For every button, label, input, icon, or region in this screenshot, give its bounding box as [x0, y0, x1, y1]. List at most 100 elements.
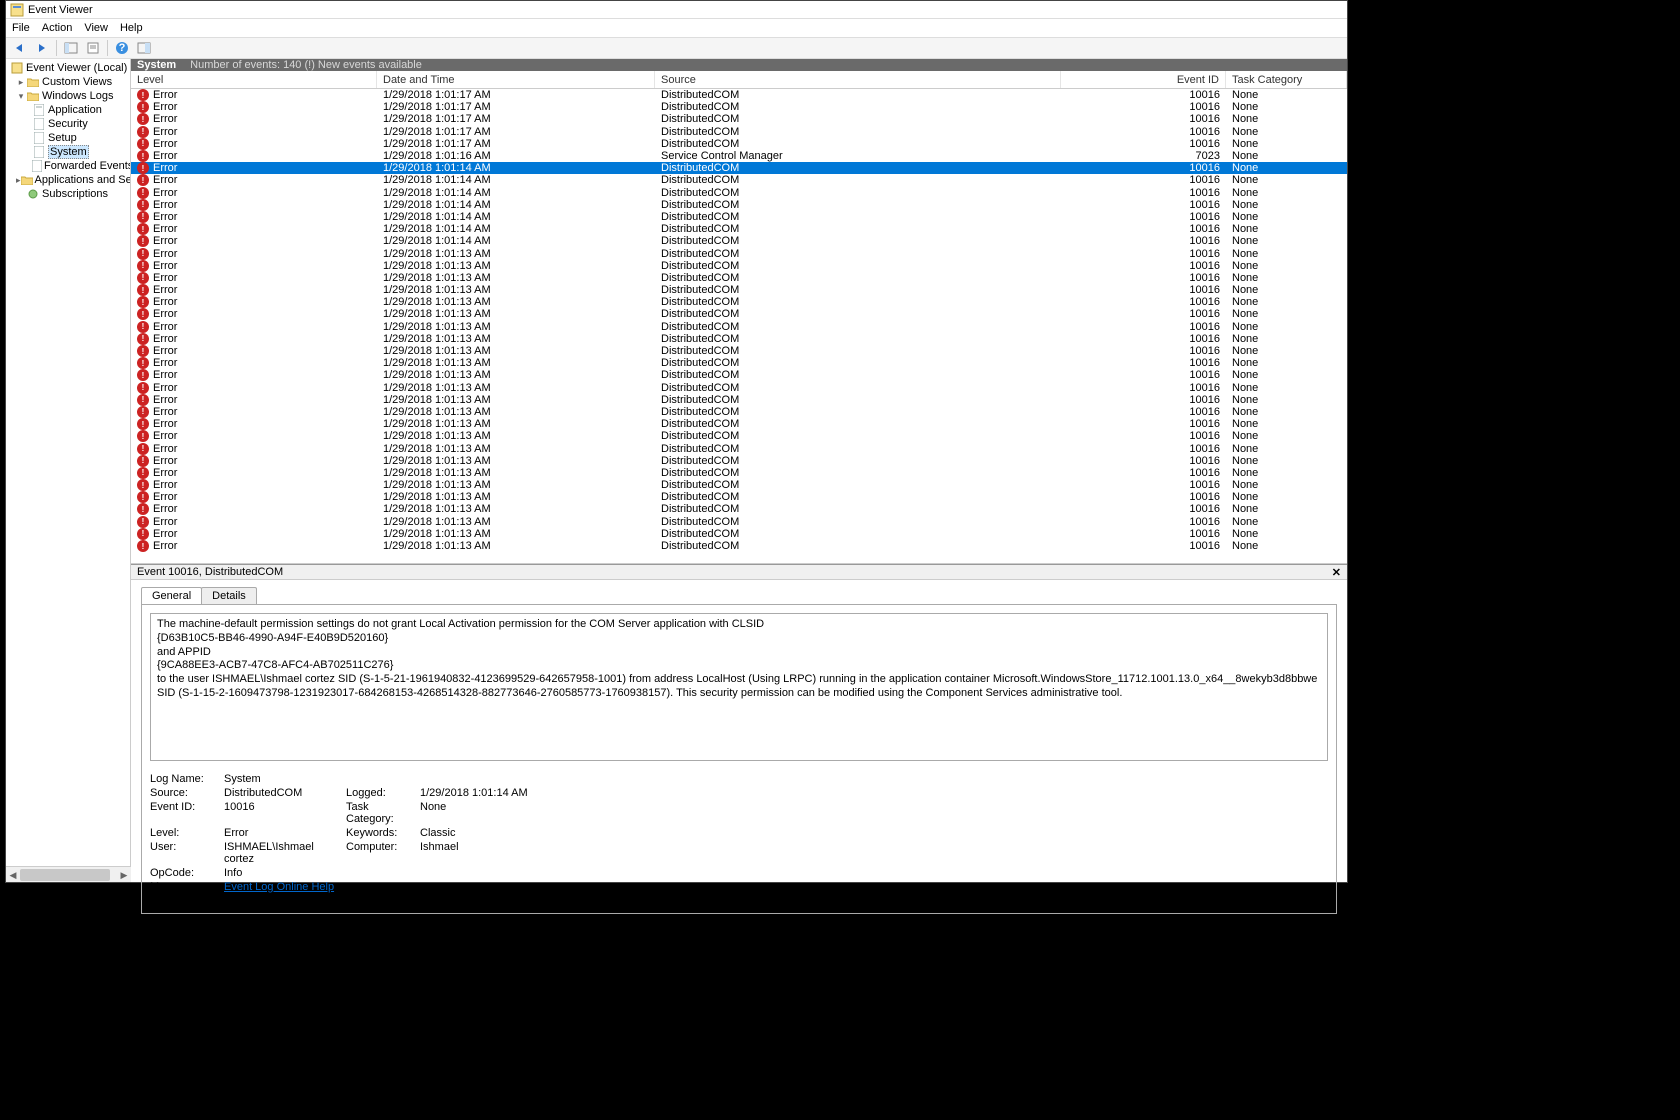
val-logged: 1/29/2018 1:01:14 AM — [420, 787, 620, 799]
event-row[interactable]: !Error1/29/2018 1:01:13 AMDistributedCOM… — [131, 345, 1347, 357]
event-row[interactable]: !Error1/29/2018 1:01:13 AMDistributedCOM… — [131, 296, 1347, 308]
tree-system[interactable]: System — [6, 145, 130, 159]
lbl-computer: Computer: — [346, 841, 418, 865]
error-icon: ! — [137, 126, 149, 138]
menu-help[interactable]: Help — [120, 22, 143, 34]
event-row[interactable]: !Error1/29/2018 1:01:13 AMDistributedCOM… — [131, 272, 1347, 284]
event-row[interactable]: !Error1/29/2018 1:01:17 AMDistributedCOM… — [131, 113, 1347, 125]
forward-button[interactable] — [32, 39, 52, 57]
event-row[interactable]: !Error1/29/2018 1:01:13 AMDistributedCOM… — [131, 491, 1347, 503]
menu-action[interactable]: Action — [42, 22, 73, 34]
error-icon: ! — [137, 174, 149, 186]
event-row[interactable]: !Error1/29/2018 1:01:17 AMDistributedCOM… — [131, 89, 1347, 101]
grid-body[interactable]: !Error1/29/2018 1:01:17 AMDistributedCOM… — [131, 89, 1347, 563]
navigation-tree[interactable]: Event Viewer (Local) ▸Custom Views ▾Wind… — [6, 59, 131, 866]
event-row[interactable]: !Error1/29/2018 1:01:17 AMDistributedCOM… — [131, 101, 1347, 113]
event-row[interactable]: !Error1/29/2018 1:01:13 AMDistributedCOM… — [131, 467, 1347, 479]
error-icon: ! — [137, 455, 149, 467]
event-row[interactable]: !Error1/29/2018 1:01:14 AMDistributedCOM… — [131, 223, 1347, 235]
show-hide-tree-button[interactable] — [61, 39, 81, 57]
event-row[interactable]: !Error1/29/2018 1:01:17 AMDistributedCOM… — [131, 138, 1347, 150]
help-button[interactable]: ? — [112, 39, 132, 57]
col-event-id[interactable]: Event ID — [1061, 71, 1226, 88]
refresh-button[interactable] — [134, 39, 154, 57]
scroll-right-arrow[interactable]: ▶ — [117, 867, 131, 883]
event-row[interactable]: !Error1/29/2018 1:01:13 AMDistributedCOM… — [131, 442, 1347, 454]
tab-details[interactable]: Details — [201, 587, 257, 604]
error-icon: ! — [137, 162, 149, 174]
event-row[interactable]: !Error1/29/2018 1:01:13 AMDistributedCOM… — [131, 430, 1347, 442]
event-row[interactable]: !Error1/29/2018 1:01:13 AMDistributedCOM… — [131, 540, 1347, 552]
event-grid: Level Date and Time Source Event ID Task… — [131, 71, 1347, 564]
tree-root[interactable]: Event Viewer (Local) — [6, 61, 130, 75]
error-icon: ! — [137, 491, 149, 503]
event-row[interactable]: !Error1/29/2018 1:01:13 AMDistributedCOM… — [131, 357, 1347, 369]
menu-view[interactable]: View — [84, 22, 108, 34]
event-row[interactable]: !Error1/29/2018 1:01:14 AMDistributedCOM… — [131, 174, 1347, 186]
event-row[interactable]: !Error1/29/2018 1:01:17 AMDistributedCOM… — [131, 126, 1347, 138]
event-row[interactable]: !Error1/29/2018 1:01:13 AMDistributedCOM… — [131, 369, 1347, 381]
panel-header: System Number of events: 140 (!) New eve… — [131, 59, 1347, 71]
tree-subscriptions[interactable]: Subscriptions — [6, 187, 130, 201]
event-properties: Log Name:System Source:DistributedCOM Lo… — [150, 773, 1328, 905]
val-taskcat: None — [420, 801, 620, 825]
scroll-thumb[interactable] — [20, 869, 110, 881]
tab-content-general: The machine-default permission settings … — [141, 604, 1337, 914]
tree-application[interactable]: Application — [6, 103, 130, 117]
scroll-left-arrow[interactable]: ◀ — [6, 867, 20, 883]
tree-hscrollbar[interactable]: ◀ ▶ — [6, 866, 131, 882]
error-icon: ! — [137, 345, 149, 357]
col-level[interactable]: Level — [131, 71, 377, 88]
event-row[interactable]: !Error1/29/2018 1:01:13 AMDistributedCOM… — [131, 260, 1347, 272]
event-row[interactable]: !Error1/29/2018 1:01:13 AMDistributedCOM… — [131, 528, 1347, 540]
event-row[interactable]: !Error1/29/2018 1:01:14 AMDistributedCOM… — [131, 162, 1347, 174]
toolbar-separator — [107, 40, 108, 56]
tree-windows-logs[interactable]: ▾Windows Logs — [6, 89, 130, 103]
event-row[interactable]: !Error1/29/2018 1:01:13 AMDistributedCOM… — [131, 455, 1347, 467]
error-icon: ! — [137, 369, 149, 381]
details-tabs: General Details — [131, 584, 1347, 604]
event-description[interactable]: The machine-default permission settings … — [150, 613, 1328, 761]
tree-security[interactable]: Security — [6, 117, 130, 131]
event-row[interactable]: !Error1/29/2018 1:01:14 AMDistributedCOM… — [131, 187, 1347, 199]
tree-custom-views[interactable]: ▸Custom Views — [6, 75, 130, 89]
event-row[interactable]: !Error1/29/2018 1:01:13 AMDistributedCOM… — [131, 321, 1347, 333]
event-row[interactable]: !Error1/29/2018 1:01:14 AMDistributedCOM… — [131, 211, 1347, 223]
event-row[interactable]: !Error1/29/2018 1:01:14 AMDistributedCOM… — [131, 235, 1347, 247]
event-row[interactable]: !Error1/29/2018 1:01:13 AMDistributedCOM… — [131, 247, 1347, 259]
event-row[interactable]: !Error1/29/2018 1:01:13 AMDistributedCOM… — [131, 406, 1347, 418]
error-icon: ! — [137, 516, 149, 528]
col-source[interactable]: Source — [655, 71, 1061, 88]
event-row[interactable]: !Error1/29/2018 1:01:13 AMDistributedCOM… — [131, 382, 1347, 394]
event-row[interactable]: !Error1/29/2018 1:01:13 AMDistributedCOM… — [131, 333, 1347, 345]
toolbar: ? — [6, 37, 1347, 59]
event-row[interactable]: !Error1/29/2018 1:01:16 AMService Contro… — [131, 150, 1347, 162]
panel-subtitle: Number of events: 140 (!) New events ava… — [190, 59, 422, 71]
col-date[interactable]: Date and Time — [377, 71, 655, 88]
close-details-button[interactable]: ✕ — [1332, 566, 1341, 579]
event-row[interactable]: !Error1/29/2018 1:01:13 AMDistributedCOM… — [131, 284, 1347, 296]
properties-button[interactable] — [83, 39, 103, 57]
link-moreinfo[interactable]: Event Log Online Help — [224, 881, 334, 893]
event-row[interactable]: !Error1/29/2018 1:01:13 AMDistributedCOM… — [131, 479, 1347, 491]
tab-general[interactable]: General — [141, 587, 202, 604]
tree-apps-services[interactable]: ▸Applications and Services Lo — [6, 173, 130, 187]
toolbar-separator — [56, 40, 57, 56]
error-icon: ! — [137, 248, 149, 260]
event-row[interactable]: !Error1/29/2018 1:01:13 AMDistributedCOM… — [131, 503, 1347, 515]
event-row[interactable]: !Error1/29/2018 1:01:13 AMDistributedCOM… — [131, 418, 1347, 430]
error-icon: ! — [137, 223, 149, 235]
event-row[interactable]: !Error1/29/2018 1:01:13 AMDistributedCOM… — [131, 308, 1347, 320]
back-button[interactable] — [10, 39, 30, 57]
error-icon: ! — [137, 467, 149, 479]
error-icon: ! — [137, 138, 149, 150]
col-task-category[interactable]: Task Category — [1226, 71, 1347, 88]
event-row[interactable]: !Error1/29/2018 1:01:13 AMDistributedCOM… — [131, 394, 1347, 406]
menu-file[interactable]: File — [12, 22, 30, 34]
tree-forwarded[interactable]: Forwarded Events — [6, 159, 130, 173]
val-level: Error — [224, 827, 344, 839]
event-row[interactable]: !Error1/29/2018 1:01:14 AMDistributedCOM… — [131, 199, 1347, 211]
event-row[interactable]: !Error1/29/2018 1:01:13 AMDistributedCOM… — [131, 516, 1347, 528]
app-icon — [10, 3, 24, 17]
tree-setup[interactable]: Setup — [6, 131, 130, 145]
